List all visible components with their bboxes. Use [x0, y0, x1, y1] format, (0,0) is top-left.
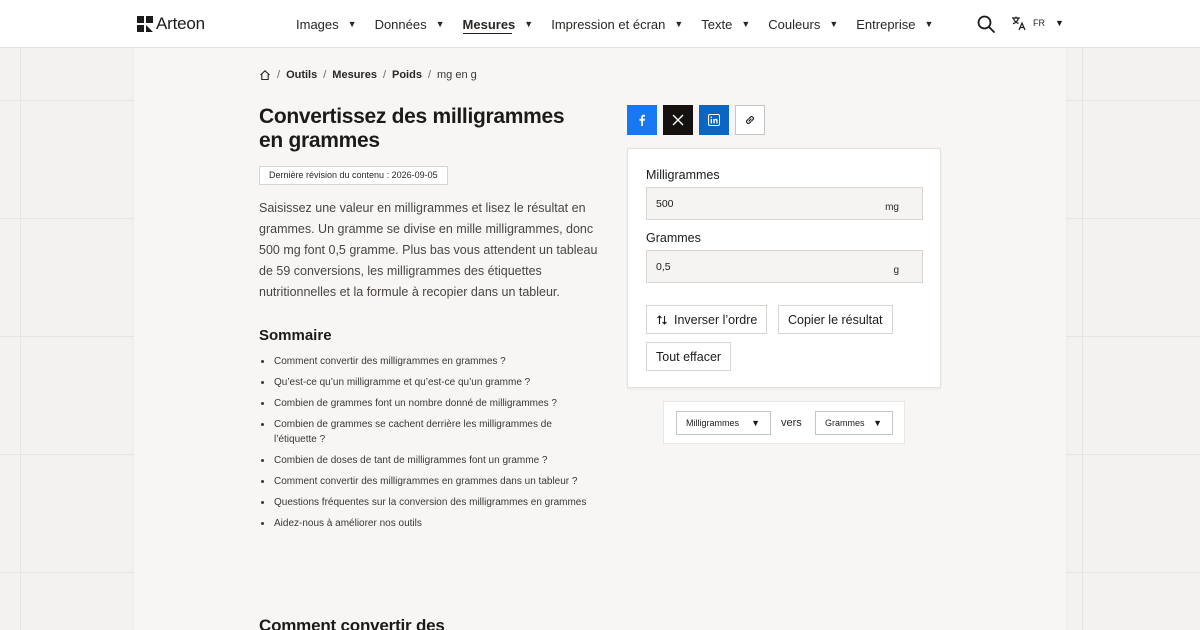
facebook-icon: [639, 114, 645, 126]
intro-paragraph: Saisissez une valeur en milligrammes et …: [259, 201, 598, 299]
copy-result-button[interactable]: Copier le résultat: [778, 305, 893, 334]
main-nav: Images ▼ Données ▼ Mesures ▼ Impression …: [296, 0, 951, 48]
toc-link[interactable]: Questions fréquentes sur la conversion d…: [259, 495, 594, 510]
brand-logo[interactable]: Arteon: [137, 14, 205, 34]
nav-item-donnees[interactable]: Données ▼: [375, 0, 445, 48]
swap-order-button[interactable]: Inverser l’ordre: [646, 305, 768, 334]
clear-all-button[interactable]: Tout effacer: [646, 342, 732, 371]
swap-order-label: Inverser l’ordre: [674, 312, 758, 327]
chevron-down-icon: ▼: [524, 19, 534, 29]
to-unit-value: Grammes: [825, 418, 865, 428]
brand-name: Arteon: [156, 14, 205, 33]
breadcrumb-separator: /: [277, 69, 281, 81]
toc-link[interactable]: Combien de doses de tant de milligrammes…: [259, 453, 594, 468]
chevron-down-icon: ▼: [751, 418, 760, 428]
translate-icon: [1012, 16, 1026, 31]
breadcrumb-separator: /: [382, 69, 386, 81]
chevron-down-icon: ▼: [435, 19, 445, 29]
toc-link[interactable]: Combien de grammes se cachent derrière l…: [259, 417, 594, 447]
breadcrumb-separator: /: [427, 69, 432, 81]
unit-suffix: g: [893, 265, 899, 276]
milligrams-input[interactable]: [647, 188, 877, 219]
milligrams-label: Milligrammes: [646, 168, 720, 182]
share-linkedin-button[interactable]: [699, 105, 729, 135]
nav-label: Couleurs: [768, 16, 821, 32]
brand-logo-icon: [137, 16, 153, 32]
to-unit-select[interactable]: Grammes ▼: [815, 411, 893, 435]
converter-panel: Milligrammes mg Grammes g Inverser l’ord…: [627, 148, 941, 388]
from-unit-value: Milligrammes: [686, 418, 740, 428]
milligrams-field: mg: [646, 187, 923, 220]
grams-field: g: [646, 250, 923, 283]
language-selector[interactable]: FR ▼: [1011, 15, 1064, 31]
unit-suffix: mg: [885, 202, 899, 213]
share-x-button[interactable]: [663, 105, 693, 135]
nav-item-entreprise[interactable]: Entreprise ▼: [856, 0, 933, 48]
breadcrumb-link-mesures[interactable]: Mesures: [332, 69, 377, 81]
chevron-down-icon: ▼: [924, 19, 934, 29]
revision-badge: Dernière révision du contenu : 2026-09-0…: [259, 166, 448, 185]
nav-label: Entreprise: [856, 16, 916, 32]
breadcrumb-current: mg en g: [437, 69, 477, 81]
nav-label: Images: [296, 16, 339, 32]
main-content: / Outils / Mesures / Poids / mg en g Con…: [134, 48, 1066, 630]
breadcrumb-link-outils[interactable]: Outils: [286, 69, 317, 81]
section-heading: Comment convertir des: [259, 616, 445, 630]
nav-item-impression[interactable]: Impression et écran ▼: [551, 0, 683, 48]
grams-input[interactable]: [647, 251, 877, 282]
toc-link[interactable]: Aidez-nous à améliorer nos outils: [259, 516, 594, 531]
breadcrumb: / Outils / Mesures / Poids / mg en g: [259, 69, 477, 81]
nav-item-couleurs[interactable]: Couleurs ▼: [768, 0, 838, 48]
toc-link[interactable]: Comment convertir des milligrammes en gr…: [259, 474, 594, 489]
breadcrumb-link-poids[interactable]: Poids: [392, 69, 422, 81]
share-buttons: [627, 105, 765, 135]
unit-selector: Milligrammes ▼ vers Grammes ▼: [663, 401, 905, 444]
nav-label: Mesures: [462, 16, 516, 32]
copy-result-label: Copier le résultat: [788, 312, 883, 327]
language-code: FR: [1033, 18, 1045, 28]
breadcrumb-separator: /: [323, 69, 327, 81]
x-icon: [672, 114, 684, 126]
chevron-down-icon: ▼: [1055, 18, 1064, 28]
table-of-contents: Comment convertir des milligrammes en gr…: [259, 354, 594, 537]
toc-link[interactable]: Qu’est-ce qu’un milligramme et qu’est-ce…: [259, 375, 594, 390]
nav-item-images[interactable]: Images ▼: [296, 0, 357, 48]
chevron-down-icon: ▼: [829, 19, 839, 29]
linkedin-icon: [708, 114, 720, 126]
nav-label: Impression et écran: [551, 16, 666, 32]
nav-item-mesures[interactable]: Mesures ▼: [463, 0, 534, 48]
toc-link[interactable]: Combien de grammes font un nombre donné …: [259, 396, 594, 411]
from-unit-select[interactable]: Milligrammes ▼: [676, 411, 771, 435]
chevron-down-icon: ▼: [741, 19, 751, 29]
toc-link[interactable]: Comment convertir des milligrammes en gr…: [259, 354, 594, 369]
grams-label: Grammes: [646, 231, 701, 245]
chevron-down-icon: ▼: [347, 19, 357, 29]
unit-connector: vers: [781, 417, 802, 429]
chevron-down-icon: ▼: [674, 19, 684, 29]
search-icon[interactable]: [976, 14, 996, 34]
link-icon: [746, 116, 754, 124]
nav-label: Texte: [701, 16, 733, 32]
top-navigation-bar: Arteon Images ▼ Données ▼ Mesures ▼ Impr…: [0, 0, 1200, 48]
swap-icon: [657, 314, 667, 325]
share-facebook-button[interactable]: [627, 105, 657, 135]
home-icon[interactable]: [259, 69, 271, 81]
clear-all-label: Tout effacer: [656, 349, 722, 364]
chevron-down-icon: ▼: [873, 418, 882, 428]
copy-link-button[interactable]: [735, 105, 765, 135]
page-title: Convertissez des milligrammes en grammes: [259, 105, 565, 152]
nav-item-texte[interactable]: Texte ▼: [701, 0, 750, 48]
toc-heading: Sommaire: [259, 327, 332, 344]
nav-label: Données: [374, 16, 427, 32]
